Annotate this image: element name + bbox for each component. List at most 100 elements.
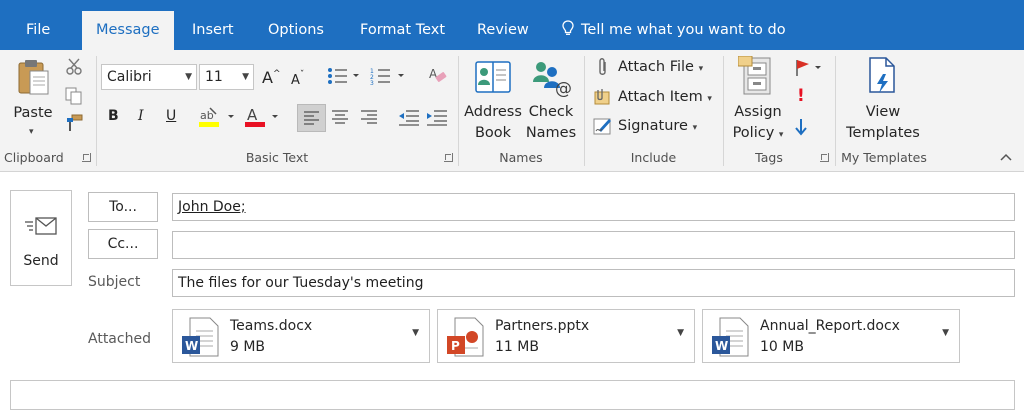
group-label-tags: Tags bbox=[755, 150, 783, 165]
attachment-dropdown-arrow[interactable]: ▼ bbox=[677, 328, 684, 338]
paperclip-icon bbox=[596, 58, 610, 82]
tab-insert[interactable]: Insert bbox=[178, 12, 248, 50]
tell-me-text: Tell me what you want to do bbox=[581, 22, 786, 38]
attach-file-button[interactable]: Attach File ▾ bbox=[618, 59, 703, 75]
to-recipient[interactable]: John Doe; bbox=[178, 199, 246, 215]
svg-text:@: @ bbox=[555, 79, 572, 98]
to-field[interactable]: John Doe; bbox=[172, 193, 1015, 221]
bold-button[interactable]: B bbox=[108, 108, 119, 124]
tab-message[interactable]: Message bbox=[82, 11, 174, 51]
view-templates-label-line2[interactable]: Templates bbox=[843, 123, 923, 143]
align-left-button[interactable] bbox=[297, 104, 326, 132]
attachment-annual-report[interactable]: W Annual_Report.docx 10 MB ▼ bbox=[702, 309, 960, 363]
address-book-label-line1[interactable]: Address bbox=[463, 102, 523, 122]
clear-formatting-icon[interactable]: A bbox=[428, 65, 448, 89]
align-right-icon[interactable] bbox=[360, 110, 378, 130]
assign-policy-label-line1[interactable]: Assign bbox=[728, 102, 788, 122]
font-size-combo[interactable]: 11 ▼ bbox=[199, 64, 254, 90]
tab-review[interactable]: Review bbox=[463, 12, 543, 50]
attachment-partners[interactable]: P Partners.pptx 11 MB ▼ bbox=[437, 309, 695, 363]
attachment-teams[interactable]: W Teams.docx 9 MB ▼ bbox=[172, 309, 430, 363]
underline-button[interactable]: U bbox=[166, 108, 176, 124]
tab-file[interactable]: File bbox=[12, 12, 64, 50]
address-book-label-line2[interactable]: Book bbox=[463, 123, 523, 143]
assign-policy-icon[interactable] bbox=[737, 55, 776, 100]
svg-text:ab: ab bbox=[200, 109, 214, 122]
lightbulb-icon bbox=[562, 20, 574, 35]
clipboard-dialog-launcher[interactable] bbox=[82, 153, 91, 162]
highlight-icon[interactable]: ab bbox=[198, 105, 240, 133]
chevron-down-icon: ▼ bbox=[185, 72, 192, 82]
collapse-ribbon-icon[interactable] bbox=[1000, 153, 1012, 163]
grow-font-button[interactable]: A^ bbox=[262, 68, 281, 87]
send-icon bbox=[25, 217, 57, 235]
format-painter-icon[interactable] bbox=[65, 114, 83, 136]
attach-item-label: Attach Item bbox=[618, 89, 703, 105]
bullets-icon[interactable] bbox=[327, 67, 361, 89]
basic-text-dialog-launcher[interactable] bbox=[444, 153, 453, 162]
powerpoint-badge-letter: P bbox=[451, 339, 460, 353]
tell-me-search[interactable]: Tell me what you want to do bbox=[562, 12, 786, 48]
cc-button[interactable]: Cc... bbox=[88, 229, 158, 259]
tab-format-text[interactable]: Format Text bbox=[346, 12, 459, 50]
decrease-indent-icon[interactable] bbox=[398, 109, 420, 131]
attach-file-label: Attach File bbox=[618, 59, 694, 75]
attachment-name: Annual_Report.docx bbox=[760, 318, 900, 334]
numbering-icon[interactable]: 123 bbox=[370, 67, 406, 89]
address-book-icon[interactable] bbox=[473, 58, 513, 102]
view-templates-label-line1[interactable]: View bbox=[843, 102, 923, 122]
to-button[interactable]: To... bbox=[88, 192, 158, 222]
attach-item-button[interactable]: Attach Item ▾ bbox=[618, 89, 712, 105]
attachment-dropdown-arrow[interactable]: ▼ bbox=[412, 328, 419, 338]
subject-field[interactable]: The files for our Tuesday's meeting bbox=[172, 269, 1015, 297]
paste-button-label[interactable]: Paste bbox=[11, 103, 55, 123]
signature-button[interactable]: Signature ▾ bbox=[618, 118, 697, 134]
word-file-icon: W bbox=[182, 317, 219, 357]
tags-dialog-launcher[interactable] bbox=[820, 153, 829, 162]
font-color-icon[interactable]: A bbox=[244, 103, 284, 133]
powerpoint-file-icon: P bbox=[447, 317, 484, 357]
increase-indent-icon[interactable] bbox=[426, 109, 448, 131]
attachment-name: Teams.docx bbox=[230, 318, 313, 334]
word-file-icon: W bbox=[712, 317, 749, 357]
group-label-clipboard: Clipboard bbox=[4, 150, 64, 165]
high-importance-icon[interactable]: ! bbox=[797, 86, 805, 106]
check-names-label-line1[interactable]: Check bbox=[523, 102, 579, 122]
send-button[interactable]: Send bbox=[10, 190, 72, 286]
group-label-include: Include bbox=[630, 150, 677, 165]
low-importance-icon[interactable] bbox=[794, 118, 808, 140]
attach-item-icon bbox=[593, 87, 613, 111]
send-label: Send bbox=[23, 253, 59, 269]
attachment-name: Partners.pptx bbox=[495, 318, 590, 334]
cut-icon[interactable] bbox=[65, 58, 83, 80]
view-templates-icon[interactable] bbox=[866, 56, 900, 100]
signature-icon bbox=[593, 116, 613, 140]
font-name-value: Calibri bbox=[107, 69, 152, 85]
cc-field[interactable] bbox=[172, 231, 1015, 259]
attachment-size: 9 MB bbox=[230, 339, 266, 355]
message-body[interactable] bbox=[10, 380, 1015, 410]
ribbon: Paste ▾ Clipboard Calibri ▼ 11 ▼ A^ Aˇ 123… bbox=[0, 50, 1024, 172]
font-size-value: 11 bbox=[205, 69, 223, 85]
shrink-font-button[interactable]: Aˇ bbox=[291, 70, 304, 88]
copy-icon[interactable] bbox=[65, 87, 83, 109]
group-label-my-templates: My Templates bbox=[841, 150, 927, 165]
attachment-size: 10 MB bbox=[760, 339, 804, 355]
italic-button[interactable]: I bbox=[138, 108, 144, 124]
attachment-dropdown-arrow[interactable]: ▼ bbox=[942, 328, 949, 338]
chevron-down-icon: ▼ bbox=[242, 72, 249, 82]
paste-icon[interactable] bbox=[16, 58, 50, 100]
font-name-combo[interactable]: Calibri ▼ bbox=[101, 64, 197, 90]
tab-options[interactable]: Options bbox=[254, 12, 338, 50]
assign-policy-label-line2[interactable]: Policy ▾ bbox=[728, 123, 788, 145]
check-names-label-line2[interactable]: Names bbox=[523, 123, 579, 143]
ribbon-tab-bar: File Message Insert Options Format Text … bbox=[0, 0, 1024, 51]
word-badge-letter: W bbox=[185, 339, 198, 353]
follow-up-flag-icon[interactable] bbox=[794, 59, 826, 81]
svg-text:A: A bbox=[247, 106, 258, 124]
check-names-icon[interactable]: @ bbox=[530, 58, 572, 102]
group-label-names: Names bbox=[499, 150, 543, 165]
paste-dropdown-arrow[interactable]: ▾ bbox=[29, 127, 34, 137]
group-label-basic-text: Basic Text bbox=[245, 150, 309, 165]
align-center-icon[interactable] bbox=[331, 110, 349, 130]
